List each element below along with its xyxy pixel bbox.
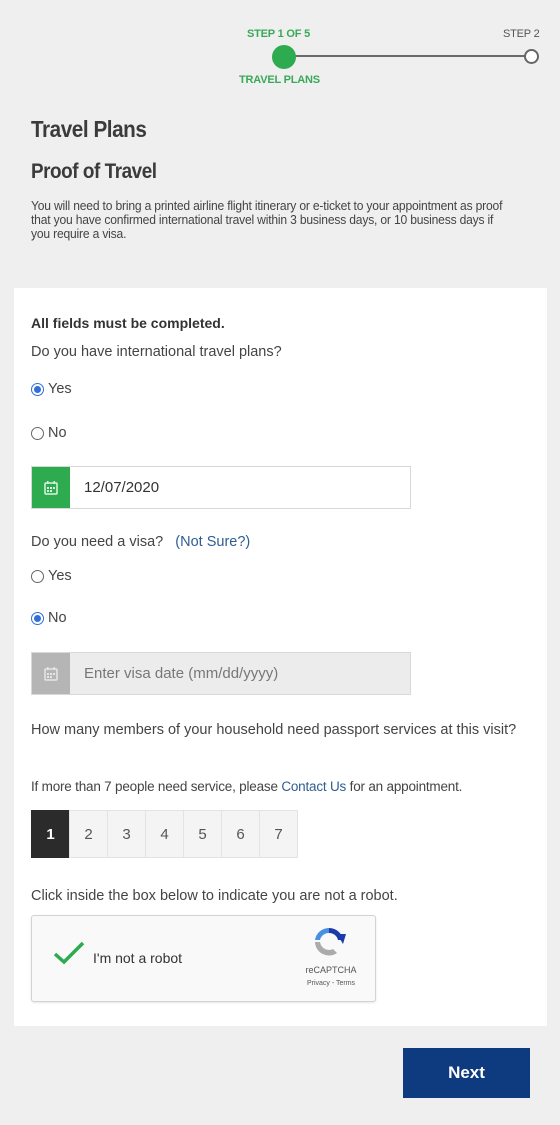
next-button[interactable]: Next [403,1048,530,1098]
household-count-option[interactable]: 7 [259,810,298,858]
recaptcha-terms-link[interactable]: Privacy - Terms [296,980,366,987]
recaptcha-widget[interactable]: I'm not a robot reCAPTCHA Privacy - Term… [31,915,376,1002]
household-note-text: If more than 7 people need service, plea… [31,779,282,794]
household-note-text: for an appointment. [346,779,463,794]
radio-selected-icon[interactable] [31,611,44,625]
household-count-option[interactable]: 2 [69,810,108,858]
travel-form-card: All fields must be completed. Do you hav… [14,288,547,1026]
travel-date-field[interactable] [31,466,411,509]
recaptcha-label: I'm not a robot [93,950,183,966]
checkmark-icon[interactable] [52,940,86,971]
household-count-option[interactable]: 6 [221,810,260,858]
required-notice: All fields must be completed. [31,315,225,331]
household-note: If more than 7 people need service, plea… [31,779,462,794]
recaptcha-brand: reCAPTCHA [305,965,357,975]
travel-date-input[interactable] [70,467,410,508]
radio-unselected-icon[interactable] [31,426,44,440]
household-count-selector: 1 2 3 4 5 6 7 [31,810,298,858]
captcha-instruction: Click inside the box below to indicate y… [31,888,398,904]
next-step-label: STEP 2 [503,28,540,40]
section-title: Proof of Travel [31,160,157,183]
household-question: How many members of your household need … [31,722,517,738]
current-step-name: TRAVEL PLANS [239,74,320,86]
radio-label: No [48,425,67,441]
radio-selected-icon[interactable] [31,382,44,396]
visa-question-row: Do you need a visa? (Not Sure?) [31,534,250,550]
travel-plans-question: Do you have international travel plans? [31,344,282,360]
radio-label: Yes [48,381,72,397]
household-count-option[interactable]: 3 [107,810,146,858]
progress-stepper: STEP 1 OF 5 STEP 2 TRAVEL PLANS [0,0,560,100]
visa-no-radio[interactable]: No [31,610,67,626]
visa-question: Do you need a visa? [31,534,164,550]
visa-date-field[interactable] [31,652,411,695]
household-count-option[interactable]: 4 [145,810,184,858]
recaptcha-logo-icon [310,924,348,965]
household-count-option[interactable]: 5 [183,810,222,858]
household-count-option[interactable]: 1 [31,810,70,858]
travel-yes-radio[interactable]: Yes [31,381,72,397]
step-1-dot [272,45,296,69]
page-title: Travel Plans [31,116,147,142]
intro-text: You will need to bring a printed airline… [31,198,503,241]
not-sure-link[interactable]: (Not Sure?) [175,534,250,550]
step-2-dot [524,49,539,64]
visa-date-input[interactable] [70,653,410,694]
travel-no-radio[interactable]: No [31,425,67,441]
stepper-track [285,55,532,57]
radio-label: No [48,610,67,626]
radio-label: Yes [48,568,72,584]
current-step-label: STEP 1 OF 5 [247,28,311,40]
radio-unselected-icon[interactable] [31,569,44,583]
visa-yes-radio[interactable]: Yes [31,568,72,584]
contact-us-link[interactable]: Contact Us [281,779,346,794]
calendar-icon[interactable] [32,467,70,508]
calendar-icon[interactable] [32,653,70,694]
